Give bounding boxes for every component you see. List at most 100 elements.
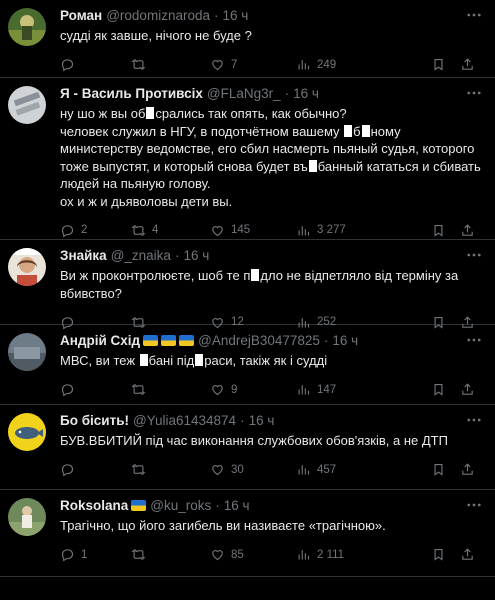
retweet-icon	[131, 464, 146, 475]
reply-count: 1	[81, 548, 88, 561]
retweet-icon	[131, 59, 146, 70]
views-icon	[298, 385, 310, 395]
timestamp[interactable]: 16 ч	[222, 7, 248, 24]
timestamp[interactable]: 16 ч	[332, 332, 358, 349]
share-button[interactable]	[417, 223, 475, 238]
views-button[interactable]: 3 277	[296, 223, 384, 238]
display-name[interactable]: Знайка	[60, 247, 107, 264]
more-icon[interactable]	[465, 498, 483, 512]
bookmark-icon	[434, 463, 443, 476]
avatar[interactable]	[8, 413, 46, 451]
reply-button[interactable]	[60, 462, 131, 477]
tweet[interactable]: Знайка @_znaika · 16 ч Ви ж проконтролює…	[0, 240, 495, 329]
censor-block	[344, 124, 353, 137]
reply-icon	[61, 549, 74, 562]
user-handle[interactable]: @Yulia61434874	[133, 412, 236, 429]
more-icon[interactable]	[465, 8, 483, 22]
tweet-header: Roksolana @ku_roks · 16 ч	[60, 497, 485, 514]
avatar[interactable]	[8, 8, 46, 46]
bookmark-icon	[434, 224, 443, 237]
retweet-button[interactable]	[131, 462, 210, 477]
display-name[interactable]: Андрій Схід	[60, 332, 140, 349]
share-icon	[462, 383, 473, 395]
reply-icon	[61, 384, 74, 397]
like-button[interactable]: 9	[210, 382, 296, 397]
timestamp[interactable]: 16 ч	[224, 497, 250, 514]
reply-button[interactable]	[60, 382, 131, 397]
retweet-icon	[131, 224, 146, 236]
share-button[interactable]	[417, 462, 475, 477]
reply-button[interactable]: 2	[60, 223, 131, 238]
user-handle[interactable]: @rodomiznaroda	[106, 7, 210, 24]
tweet-text-line: судді як завше, нічого не буде ?	[60, 28, 252, 43]
more-icon[interactable]	[465, 86, 483, 100]
flag-badges	[140, 332, 195, 349]
reply-button[interactable]	[60, 57, 131, 72]
tweet[interactable]: Я - Василь Противсіх @FLaNg3r_ · 16 ч ну…	[0, 78, 495, 240]
tweet-header: Бо бісить! @Yulia61434874 · 16 ч	[60, 412, 485, 429]
retweet-button[interactable]	[131, 547, 210, 562]
display-name[interactable]: Я - Василь Противсіх	[60, 85, 203, 102]
like-button[interactable]: 85	[210, 547, 296, 562]
like-button[interactable]: 30	[210, 462, 296, 477]
ukraine-flag-icon	[161, 335, 177, 346]
separator-dot: ·	[174, 248, 180, 263]
views-button[interactable]: 147	[296, 382, 384, 397]
more-icon[interactable]	[465, 413, 483, 427]
user-handle[interactable]: @FLaNg3r_	[207, 85, 281, 102]
censor-block	[139, 354, 148, 366]
display-name[interactable]: Roksolana	[60, 497, 128, 514]
reply-count: 2	[81, 224, 88, 236]
censor-block	[251, 269, 260, 281]
tweet[interactable]: Roksolana @ku_roks · 16 ч Трагічно, що й…	[0, 490, 495, 577]
retweet-button[interactable]	[131, 57, 210, 72]
timestamp[interactable]: 16 ч	[249, 412, 275, 429]
user-handle[interactable]: @ku_roks	[150, 497, 211, 514]
views-button[interactable]: 249	[296, 57, 384, 72]
share-button[interactable]	[417, 547, 475, 562]
tweet[interactable]: Роман @rodomiznaroda · 16 ч судді як зав…	[0, 0, 495, 78]
reply-icon	[61, 464, 74, 477]
heart-icon	[212, 385, 223, 396]
views-button[interactable]: 457	[296, 462, 384, 477]
tweet[interactable]: Андрій Схід @AndrejB30477825 · 16 ч МВС,…	[0, 325, 495, 405]
retweet-button[interactable]: 4	[131, 223, 210, 238]
tweet[interactable]: Бо бісить! @Yulia61434874 · 16 ч БУВ.ВБИ…	[0, 405, 495, 490]
views-icon	[298, 465, 310, 475]
avatar[interactable]	[8, 86, 46, 124]
user-handle[interactable]: @_znaika	[111, 247, 171, 264]
bookmark-icon	[434, 548, 443, 561]
share-icon	[462, 223, 473, 236]
share-button[interactable]	[417, 57, 475, 72]
more-icon[interactable]	[465, 248, 483, 262]
reply-icon	[61, 224, 74, 237]
separator-dot: ·	[323, 333, 329, 348]
tweet-text: Трагічно, що його загибель ви називаєте …	[60, 517, 485, 535]
avatar[interactable]	[8, 333, 46, 371]
display-name[interactable]: Роман	[60, 7, 102, 24]
avatar[interactable]	[8, 498, 46, 536]
censor-block	[146, 107, 155, 119]
timestamp[interactable]: 16 ч	[293, 85, 319, 102]
views-count: 2 111	[317, 548, 345, 561]
display-name[interactable]: Бо бісить!	[60, 412, 129, 429]
views-button[interactable]: 2 111	[296, 547, 384, 562]
tweet-body: Я - Василь Противсіх @FLaNg3r_ · 16 ч ну…	[54, 78, 485, 239]
like-button[interactable]: 7	[210, 57, 296, 72]
views-icon	[298, 225, 310, 235]
avatar-column	[8, 405, 54, 489]
tweet-header: Роман @rodomiznaroda · 16 ч	[60, 7, 485, 24]
tweet-text: судді як завше, нічого не буде ?	[60, 27, 485, 45]
heart-icon	[212, 550, 223, 561]
like-button[interactable]: 145	[210, 223, 296, 238]
retweet-icon	[131, 384, 146, 395]
reply-button[interactable]: 1	[60, 547, 131, 562]
tweet-text-line: МВС, ви теж бані під раси, такіж як і суд…	[60, 353, 328, 368]
tweet-text-line: БУВ.ВБИТИЙ під час виконання службових о…	[60, 433, 448, 448]
timestamp[interactable]: 16 ч	[183, 247, 209, 264]
share-button[interactable]	[417, 382, 475, 397]
more-icon[interactable]	[465, 333, 483, 347]
retweet-button[interactable]	[131, 382, 210, 397]
user-handle[interactable]: @AndrejB30477825	[198, 332, 320, 349]
avatar[interactable]	[8, 248, 46, 286]
